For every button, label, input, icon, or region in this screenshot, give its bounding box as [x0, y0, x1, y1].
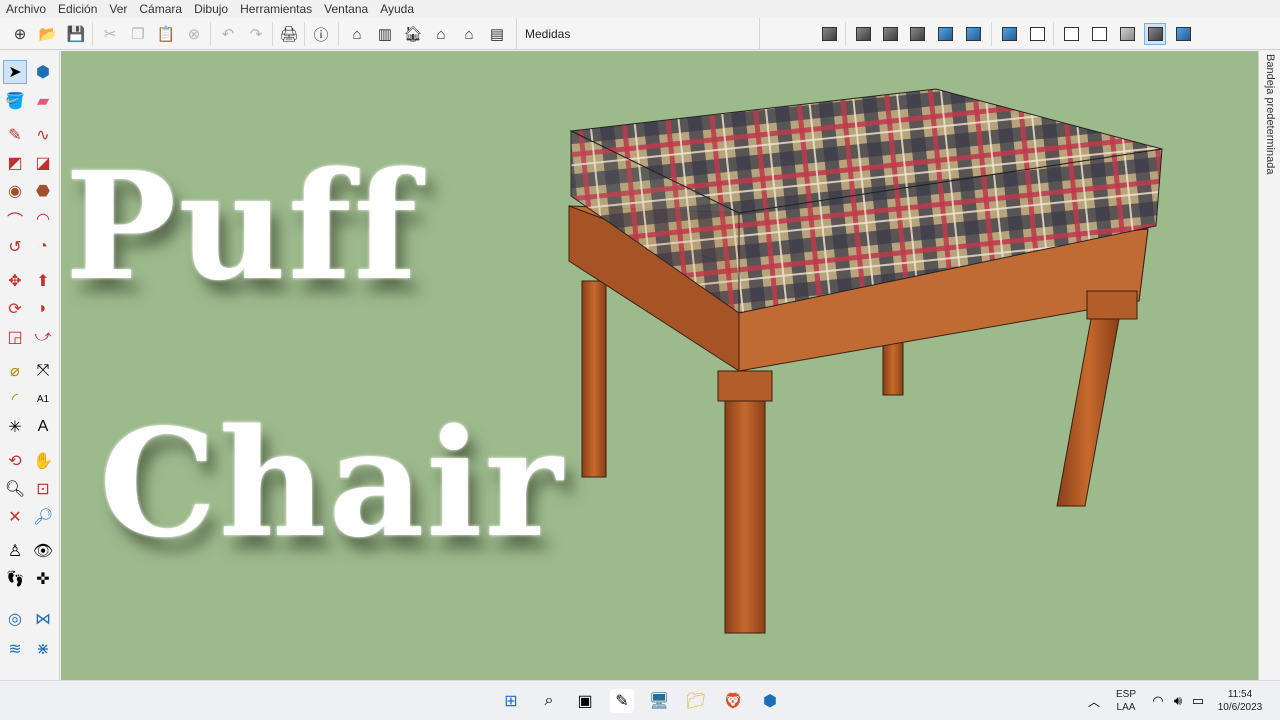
monochrome-icon[interactable]: [1172, 23, 1194, 45]
walk-icon[interactable]: 👣︎: [3, 567, 27, 591]
taskbar: ⊞ ⌕ ▣ ✎ 🖥︎ 📁︎ 🦁︎ ⬢ ︿ ESP LAA ◠ 🔊︎ ▭ 11:5…: [0, 680, 1280, 720]
move-icon[interactable]: ✥: [3, 269, 27, 293]
house-outline-icon[interactable]: ⌂: [458, 23, 480, 45]
freehand-icon[interactable]: ∿: [31, 123, 55, 147]
shaded-icon[interactable]: [1116, 23, 1138, 45]
3d-text-icon[interactable]: A: [31, 415, 55, 439]
shaded-textures-icon[interactable]: [1144, 23, 1166, 45]
zoom-window-icon[interactable]: ⊡: [31, 477, 55, 501]
clock[interactable]: 11:54 10/6/2023: [1210, 688, 1270, 714]
model-viewport[interactable]: Puff Chair: [61, 51, 1258, 680]
left-view-icon[interactable]: [962, 23, 984, 45]
pan-icon[interactable]: ✋: [31, 449, 55, 473]
sandbox-stamp-icon[interactable]: ⋇: [31, 637, 55, 661]
line-icon[interactable]: ✎: [3, 123, 27, 147]
new-icon[interactable]: ⊕: [9, 23, 31, 45]
task-view-icon[interactable]: ▣: [573, 689, 597, 713]
axes-icon[interactable]: ✳: [3, 415, 27, 439]
undo-icon[interactable]: ↶: [217, 23, 239, 45]
circle-icon[interactable]: ◉: [3, 179, 27, 203]
menu-herramientas[interactable]: Herramientas: [240, 2, 312, 16]
language-indicator[interactable]: ESP LAA: [1112, 688, 1140, 714]
zoom-icon[interactable]: 🔍︎: [3, 477, 27, 501]
menu-ventana[interactable]: Ventana: [324, 2, 368, 16]
polygon-icon[interactable]: ⬣: [31, 179, 55, 203]
warehouse-icon[interactable]: ⌂: [346, 23, 368, 45]
extension-warehouse-icon[interactable]: ⌂: [430, 23, 452, 45]
two-point-arc-icon[interactable]: ◠: [31, 207, 55, 231]
sandbox-contours-icon[interactable]: ◎: [3, 607, 27, 631]
back-view-icon[interactable]: [934, 23, 956, 45]
remote-desktop-icon[interactable]: 🖥︎: [647, 689, 671, 713]
offset-icon[interactable]: ⤻: [31, 325, 55, 349]
position-camera-icon[interactable]: ♙: [3, 539, 27, 563]
puff-chair-model: [568, 88, 1163, 634]
open-icon[interactable]: 📂: [37, 23, 59, 45]
sandbox-scratch-icon[interactable]: ⋈: [31, 607, 55, 631]
paste-icon[interactable]: 📋: [155, 23, 177, 45]
arc-icon[interactable]: ⌒: [3, 207, 27, 231]
menu-dibujo[interactable]: Dibujo: [194, 2, 228, 16]
file-explorer-icon[interactable]: 📁︎: [684, 689, 708, 713]
rotate-icon[interactable]: ⟳: [3, 297, 27, 321]
right-view-icon[interactable]: [906, 23, 928, 45]
layout-icon[interactable]: ▤: [486, 23, 508, 45]
push-pull-icon[interactable]: ⬆: [31, 269, 55, 293]
wireframe-icon[interactable]: [1060, 23, 1082, 45]
sandbox-smoove-icon[interactable]: ≋: [3, 637, 27, 661]
menu-ver[interactable]: Ver: [109, 2, 127, 16]
three-point-arc-icon[interactable]: ↺: [3, 235, 27, 259]
component-icon[interactable]: ⬢: [31, 60, 55, 84]
rectangle-icon[interactable]: ◩: [3, 151, 27, 175]
tape-measure-icon[interactable]: ⌀: [3, 359, 27, 383]
iso-view-icon[interactable]: [818, 23, 840, 45]
components-icon[interactable]: ▥: [374, 23, 396, 45]
tool-palette: ➤ ⬢ 🪣 ▰ ✎ ∿ ◩ ◪ ◉ ⬣ ⌒ ◠ ↺ ◔ ✥ ⬆ ⟳ ◗ ◲ ⤻ …: [0, 51, 60, 680]
section-plane-icon[interactable]: ✜: [31, 567, 55, 591]
follow-me-icon[interactable]: ◗: [31, 297, 55, 321]
chevron-up-icon[interactable]: ︿: [1082, 689, 1106, 713]
hidden-line-icon[interactable]: [1088, 23, 1110, 45]
search-icon[interactable]: ⌕: [537, 689, 561, 713]
model-info-icon[interactable]: ⓘ: [310, 23, 332, 45]
menu-archivo[interactable]: Archivo: [6, 2, 46, 16]
orbit-icon[interactable]: ⟲: [3, 449, 27, 473]
measurements-box[interactable]: Medidas: [516, 18, 760, 50]
scale-icon[interactable]: ◲: [3, 325, 27, 349]
previous-view-icon[interactable]: 🔎︎: [31, 505, 55, 529]
print-icon[interactable]: 🖨: [278, 23, 300, 45]
menu-ayuda[interactable]: Ayuda: [380, 2, 414, 16]
tray-label[interactable]: Bandeja predeterminada: [1262, 54, 1276, 194]
menu-camara[interactable]: Cámara: [139, 2, 182, 16]
text-icon[interactable]: A1: [31, 387, 55, 411]
brave-browser-icon[interactable]: 🦁︎: [721, 689, 745, 713]
look-around-icon[interactable]: 👁︎: [31, 539, 55, 563]
top-view-icon[interactable]: [852, 23, 874, 45]
battery-icon[interactable]: ▭: [1186, 689, 1210, 713]
sketchup-icon[interactable]: ⬢: [758, 689, 782, 713]
paint-bucket-icon[interactable]: 🪣: [3, 89, 27, 113]
select-icon[interactable]: ➤: [3, 60, 27, 84]
eraser-icon[interactable]: ▰: [31, 89, 55, 113]
xray-icon[interactable]: [998, 23, 1020, 45]
back-edges-icon[interactable]: [1026, 23, 1048, 45]
erase-icon[interactable]: ⊗: [183, 23, 205, 45]
zoom-extents-icon[interactable]: ✕: [3, 505, 27, 529]
menu-bar: Archivo Edición Ver Cámara Dibujo Herram…: [0, 0, 1280, 18]
copy-icon[interactable]: ❐: [127, 23, 149, 45]
menu-edicion[interactable]: Edición: [58, 2, 97, 16]
save-icon[interactable]: 💾: [65, 23, 87, 45]
home-icon[interactable]: 🏠︎: [402, 23, 424, 45]
rotated-rectangle-icon[interactable]: ◪: [31, 151, 55, 175]
cut-icon[interactable]: ✂: [99, 23, 121, 45]
front-view-icon[interactable]: [879, 23, 901, 45]
redo-icon[interactable]: ↷: [245, 23, 267, 45]
protractor-icon[interactable]: ◜: [3, 387, 27, 411]
pie-icon[interactable]: ◔: [31, 235, 55, 259]
sketchup-app-icon[interactable]: ✎: [610, 689, 634, 713]
dimension-icon[interactable]: ⤧: [31, 359, 55, 383]
start-icon[interactable]: ⊞: [499, 689, 523, 713]
